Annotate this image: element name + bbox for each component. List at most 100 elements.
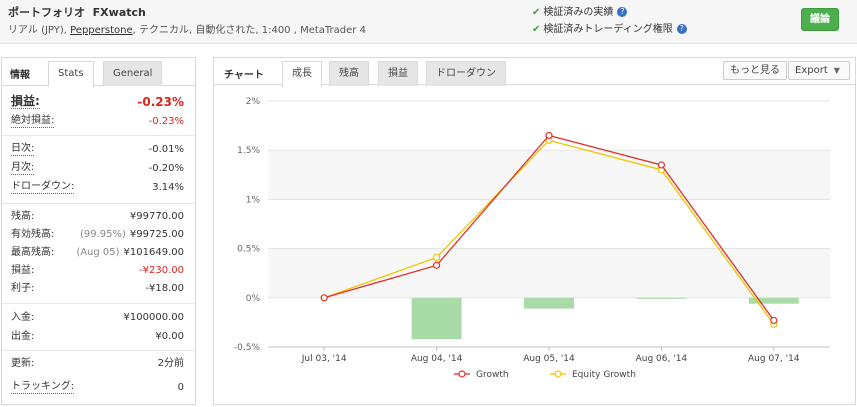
updated-label: 更新: [11,358,35,369]
data-point [433,261,441,269]
deposits-value: ¥100000.00 [123,312,184,323]
y-tick-label: 2% [246,97,261,107]
portfolio-header: ポートフォリオ FXwatch リアル (JPY), Pepperstone, … [0,0,857,44]
divider [2,350,195,351]
withdrawals-label: 出金: [11,331,35,342]
grid-band [268,150,830,200]
balance-row: 残高: ¥99770.00 [11,209,184,224]
y-tick-label: 0% [246,294,261,304]
abs-gain-label[interactable]: 絶対損益: [11,114,55,128]
drawdown-value: 3.14% [152,182,184,193]
y-tick-label: -0.5% [234,343,261,353]
check-icon: ✔ [532,24,541,35]
chevron-down-icon: ▼ [833,66,840,75]
balance-label: 残高: [11,211,35,222]
legend-marker [554,370,562,378]
tab-general[interactable]: General [103,61,163,86]
equity-label: 有効残高: [11,229,55,240]
export-dropdown[interactable]: Export ▼ [788,61,850,80]
info-tabbar: 情報 Stats General [2,58,195,87]
withdrawals-value: ¥0.00 [155,331,184,342]
growth-chart: 2% 1.5% 1% 0.5% 0% -0.5% Jul 03, '14 Aug 04, '1… [234,97,830,380]
highest-label: 最高残高: [11,247,55,258]
legend-label: Equity Growth [572,370,636,380]
bar [411,297,462,340]
tracking-label[interactable]: トラッキング: [11,380,75,394]
daily-label[interactable]: 日次: [11,142,35,156]
monthly-row: 月次: -0.20% [11,161,184,176]
gain-value: -0.23% [137,95,184,109]
interest-value: -¥18.00 [145,283,184,294]
divider [2,303,195,304]
daily-value: -0.01% [148,144,184,155]
chart-label: チャート [224,70,264,81]
discuss-button[interactable]: 議論 [801,8,839,31]
gain-row: 損益: -0.23% [11,95,184,110]
balance-value: ¥99770.00 [129,211,184,222]
check-icon: ✔ [532,7,541,18]
legend-marker [458,370,466,378]
y-tick-label: 1% [246,195,261,205]
grid-band [268,248,830,298]
legend-label: Growth [476,370,509,380]
profit-value: -¥230.00 [139,265,184,276]
tab-profit[interactable]: 損益 [378,61,418,86]
y-tick-label: 0.5% [237,245,260,255]
bar [636,297,687,299]
export-label: Export [795,65,828,76]
account-info-pre: リアル (JPY), [8,25,67,36]
x-tick-label: Aug 04, '14 [411,354,463,364]
tracking-row: トラッキング: 0 [11,380,184,395]
updated-value: 2分前 [157,358,184,369]
highest-value: ¥101649.00 [123,247,184,258]
data-point [433,253,441,262]
monthly-value: -0.20% [148,163,184,174]
equity-value-wrap: (99.95%) ¥99725.00 [80,227,184,242]
help-icon[interactable]: ? [676,24,687,34]
interest-row: 利子: -¥18.00 [11,281,184,296]
x-tick-label: Aug 06, '14 [636,354,688,364]
divider [2,203,195,204]
profit-row: 損益: -¥230.00 [11,263,184,278]
abs-gain-value: -0.23% [148,116,184,127]
account-info-post: , テクニカル, 自動化された, 1:400 , MetaTrader 4 [132,25,366,36]
verified-trading-privileges: ✔ 検証済みトレーディング権限? [532,20,687,35]
highest-row: 最高残高: (Aug 05) ¥101649.00 [11,245,184,260]
help-icon[interactable]: ? [617,7,628,17]
verified-track-label: 検証済みの実績 [543,7,614,18]
chart-panel: チャート 成長 残高 損益 ドローダウン もっと見る Export ▼ 2% 1.5… [213,57,856,405]
data-point [320,294,328,302]
portfolio-name: FXwatch [92,6,146,19]
grid-band [268,199,830,249]
verified-trading-label: 検証済みトレーディング権限 [543,24,673,35]
drawdown-row: ドローダウン: 3.14% [11,180,184,195]
data-point [770,316,778,325]
monthly-label[interactable]: 月次: [11,161,35,175]
equity-percent: (99.95%) [79,229,126,240]
tab-stats[interactable]: Stats [48,61,94,87]
gain-label[interactable]: 損益: [11,95,40,109]
broker-link[interactable]: Pepperstone [70,25,133,36]
equity-value: ¥99725.00 [129,229,184,240]
updated-row: 更新: 2分前 [11,356,184,371]
interest-label: 利子: [11,283,35,294]
withdrawals-row: 出金: ¥0.00 [11,329,184,344]
daily-row: 日次: -0.01% [11,142,184,157]
x-tick-label: Jul 03, '14 [301,354,347,364]
more-button[interactable]: もっと見る [723,61,787,80]
equity-row: 有効残高: (99.95%) ¥99725.00 [11,227,184,242]
tab-drawdown[interactable]: ドローダウン [426,61,506,86]
data-point [657,161,665,169]
info-label: 情報 [10,70,30,81]
deposits-label: 入金: [11,312,35,323]
tab-balance[interactable]: 残高 [329,61,369,86]
data-point [545,131,553,140]
drawdown-label[interactable]: ドローダウン: [11,180,75,194]
tab-growth[interactable]: 成長 [282,61,322,87]
profit-label: 損益: [11,265,35,276]
portfolio-title: ポートフォリオ FXwatch [8,4,146,20]
highest-date: (Aug 05) [76,247,120,258]
divider [2,135,195,136]
highest-value-wrap: (Aug 05) ¥101649.00 [76,245,184,260]
y-tick-label: 1.5% [237,146,260,156]
